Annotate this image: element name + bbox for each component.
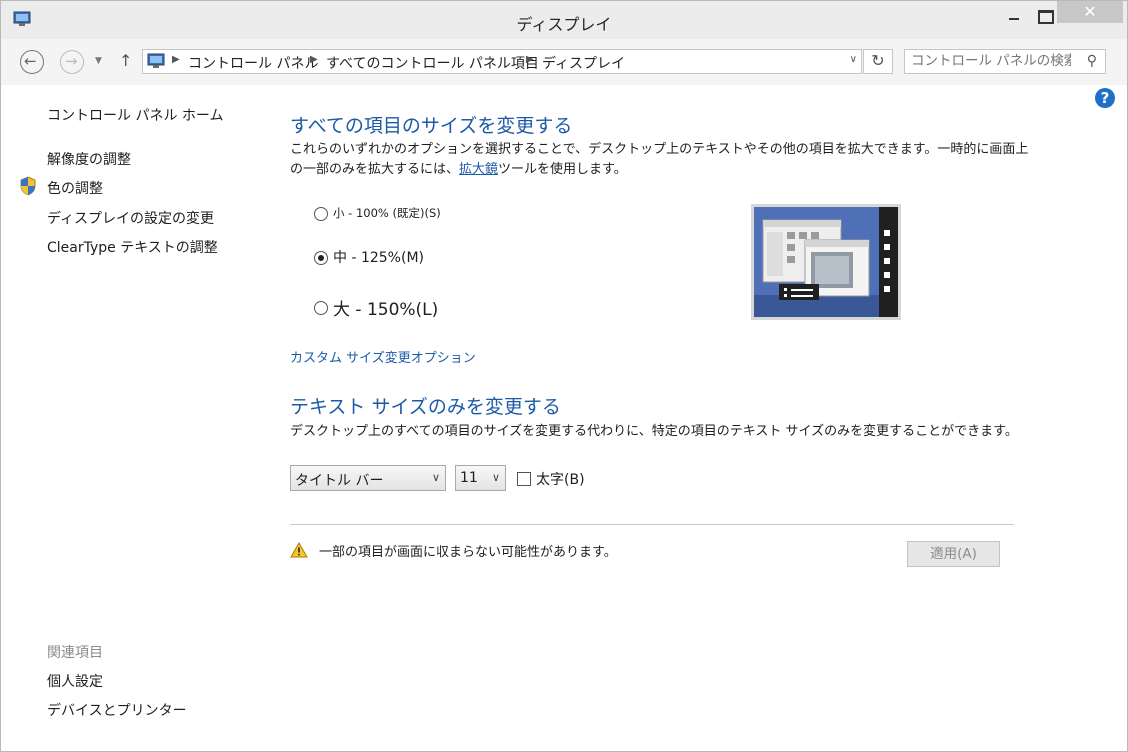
section-resize-all-description: これらのいずれかのオプションを選択することで、デスクトップ上のテキストやその他の…: [290, 140, 1030, 180]
section-text-size-description: デスクトップ上のすべての項目のサイズを変更する代わりに、特定の項目のテキスト サ…: [290, 424, 1018, 439]
back-button[interactable]: ←: [20, 50, 44, 74]
forward-arrow-icon: →: [65, 52, 78, 70]
maximize-icon: [1038, 10, 1054, 24]
back-arrow-icon: ←: [24, 52, 37, 70]
sidebar-item-color[interactable]: 色の調整: [47, 178, 103, 198]
sidebar-home-link[interactable]: コントロール パネル ホーム: [47, 105, 223, 125]
bold-checkbox-label[interactable]: 太字(B): [536, 469, 585, 489]
forward-button[interactable]: →: [60, 50, 84, 74]
refresh-button[interactable]: ↻: [863, 49, 893, 74]
section-resize-all-title: すべての項目のサイズを変更する: [290, 115, 573, 137]
search-icon[interactable]: ⚲: [1087, 53, 1097, 69]
sidebar-item-devices-printers[interactable]: デバイスとプリンター: [47, 700, 187, 720]
bold-checkbox[interactable]: [517, 472, 531, 486]
divider: [290, 524, 1014, 525]
element-select-value: タイトル バー: [295, 473, 384, 489]
radio-medium[interactable]: [314, 251, 328, 265]
close-icon: ✕: [1083, 2, 1097, 21]
minimize-icon: [1009, 18, 1019, 20]
chevron-down-icon: ∨: [431, 471, 440, 484]
breadcrumb-separator-icon[interactable]: ▶: [310, 54, 318, 65]
breadcrumb-separator-icon[interactable]: ▶: [172, 54, 180, 65]
sidebar: コントロール パネル ホーム 解像度の調整 色の調整 ディスプレイの設定の変更 …: [1, 85, 261, 751]
radio-medium-label[interactable]: 中 - 125%(M): [333, 247, 424, 267]
radio-large[interactable]: [314, 301, 328, 315]
breadcrumb-separator-icon[interactable]: ▶: [526, 54, 534, 65]
warning-icon: [290, 542, 308, 558]
radio-small-label[interactable]: 小 - 100% (既定)(S): [333, 205, 441, 221]
apply-button[interactable]: 適用(A): [907, 541, 1000, 567]
font-size-select[interactable]: 11 ∨: [455, 465, 506, 491]
sidebar-item-personalization[interactable]: 個人設定: [47, 671, 103, 691]
breadcrumb-control-panel[interactable]: コントロール パネル: [188, 53, 318, 73]
content-area: コントロール パネル ホーム 解像度の調整 色の調整 ディスプレイの設定の変更 …: [1, 85, 1127, 751]
help-icon[interactable]: ?: [1095, 88, 1115, 108]
search-input[interactable]: [911, 53, 1071, 69]
radio-small[interactable]: [314, 207, 328, 221]
close-button[interactable]: ✕: [1057, 1, 1123, 23]
chevron-down-icon: ∨: [491, 471, 500, 484]
breadcrumb-display[interactable]: ディスプレイ: [542, 53, 625, 73]
address-bar[interactable]: ▶ コントロール パネル ▶ すべてのコントロール パネル項目 ▶ ディスプレイ…: [142, 49, 862, 74]
search-box[interactable]: ⚲: [904, 49, 1106, 74]
custom-sizing-link[interactable]: カスタム サイズ変更オプション: [290, 347, 476, 366]
navigation-bar: ← → ▼ ↑ ▶ コントロール パネル ▶ すべてのコントロール パネル項目 …: [1, 39, 1127, 85]
radio-large-label[interactable]: 大 - 150%(L): [333, 295, 438, 320]
font-size-select-value: 11: [460, 470, 478, 486]
warning-text: 一部の項目が画面に収まらない可能性があります。: [319, 545, 617, 560]
up-arrow-icon[interactable]: ↑: [119, 51, 132, 70]
scaling-preview-image: [751, 204, 901, 320]
element-select[interactable]: タイトル バー ∨: [290, 465, 446, 491]
sidebar-item-cleartype[interactable]: ClearType テキストの調整: [47, 237, 218, 257]
breadcrumb-all-items[interactable]: すべてのコントロール パネル項目: [326, 53, 539, 73]
window-title: ディスプレイ: [516, 15, 612, 34]
title-bar: ディスプレイ ✕: [1, 1, 1127, 39]
chevron-down-icon[interactable]: ∨: [850, 54, 857, 65]
display-window: ディスプレイ ✕ ← → ▼ ↑ ▶ コントロール パネル ▶ すべてのコントロ…: [0, 0, 1128, 752]
refresh-icon: ↻: [871, 51, 885, 70]
sidebar-item-resolution[interactable]: 解像度の調整: [47, 149, 131, 169]
related-header: 関連項目: [47, 645, 103, 661]
magnifier-link[interactable]: 拡大鏡: [459, 162, 498, 177]
description-text-end: ツールを使用します。: [498, 162, 627, 177]
sidebar-item-display-settings[interactable]: ディスプレイの設定の変更: [47, 208, 214, 228]
uac-shield-icon: [20, 176, 36, 196]
recent-locations-icon[interactable]: ▼: [95, 56, 102, 66]
control-panel-icon: [147, 53, 165, 68]
description-text: これらのいずれかのオプションを選択することで、デスクトップ上のテキストやその他の…: [290, 142, 1029, 177]
section-text-size-title: テキスト サイズのみを変更する: [290, 396, 561, 418]
